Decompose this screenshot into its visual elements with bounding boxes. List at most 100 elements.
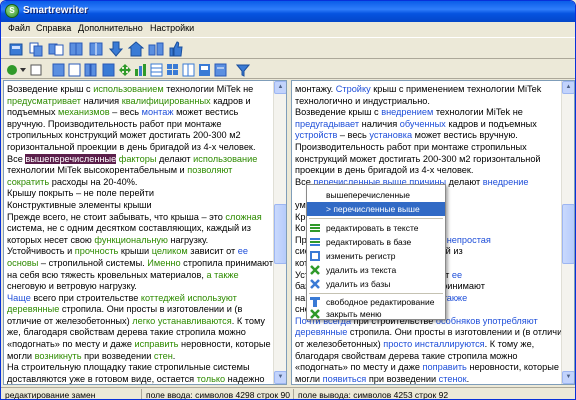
synonym-word[interactable]: легко устанавливаются: [132, 316, 232, 326]
text-line[interactable]: монтажу. Стройку крыш с применением техн…: [295, 84, 557, 96]
flag-button[interactable]: [197, 62, 213, 78]
text-line[interactable]: стропильных конструкций может достигать …: [7, 130, 269, 142]
filter-button[interactable]: [235, 62, 251, 78]
synonym-word[interactable]: ее: [452, 270, 462, 280]
text-line[interactable]: устройств – весь установка может вестись…: [295, 130, 557, 142]
synonym-word[interactable]: стенок: [439, 374, 467, 384]
text-line[interactable]: снеговую и ветровую нагрузку.: [7, 281, 269, 293]
menu-extra[interactable]: Дополнительно: [75, 23, 146, 33]
text-line[interactable]: предугадывает наличия обученных кадров и…: [295, 119, 557, 131]
scroll-up-icon[interactable]: ▲: [274, 81, 286, 94]
menu-help[interactable]: Справка: [33, 23, 74, 33]
text-line[interactable]: проекции в день бригадой из 4-х человек.: [295, 165, 557, 177]
synonym-word[interactable]: квалифицированных: [122, 96, 211, 106]
scroll-up-icon[interactable]: ▲: [562, 81, 574, 94]
grid-button[interactable]: [165, 62, 181, 78]
text-line[interactable]: Возведение крыш с внедрением технологии …: [295, 107, 557, 119]
split-button[interactable]: [87, 40, 105, 58]
text-line[interactable]: подъемных механизмов – весь монтаж может…: [7, 107, 269, 119]
scroll-thumb[interactable]: [562, 204, 574, 264]
ctx-delete-from-base[interactable]: удалить из базы: [307, 277, 445, 291]
synonym-word[interactable]: факторы: [119, 154, 157, 164]
text-line[interactable]: Чаще всего при строительстве коттеджей и…: [7, 293, 269, 305]
text-line[interactable]: же, благодаря свойствам дерева такие стр…: [7, 327, 269, 339]
checkbox-button[interactable]: [29, 62, 45, 78]
synonym-word[interactable]: стен: [154, 351, 173, 361]
text-line[interactable]: отличие от железобетонных) легко устанав…: [7, 316, 269, 328]
chart-button[interactable]: [133, 62, 149, 78]
text-line[interactable]: благодаря свойствам дерева такие стропил…: [295, 351, 557, 363]
title-bar[interactable]: S Smartrewriter: [1, 1, 575, 22]
text-line[interactable]: вручную. Производительность работ при мо…: [7, 119, 269, 131]
synonym-word[interactable]: а также: [206, 270, 238, 280]
refresh-button[interactable]: [5, 62, 27, 78]
synonym-word[interactable]: особняков употребляют: [436, 316, 538, 326]
synonym-word[interactable]: позволяют: [187, 165, 232, 175]
text-line[interactable]: На строительную площадку такие стропильн…: [7, 362, 269, 374]
scroll-down-icon[interactable]: ▼: [562, 371, 574, 384]
scroll-down-icon[interactable]: ▼: [274, 371, 286, 384]
ctx-delete-from-text[interactable]: удалить из текста: [307, 263, 445, 277]
input-text-pane[interactable]: Возведение крыш с использованием техноло…: [3, 80, 287, 385]
text-line[interactable]: доставляются уже в готовом виде, остаетс…: [7, 374, 269, 384]
synonym-word[interactable]: поправить: [423, 362, 467, 372]
selected-word[interactable]: вышеперечисленные: [25, 153, 117, 164]
text-line[interactable]: Производительность работ при монтаже стр…: [295, 142, 557, 154]
synonym-word[interactable]: ее: [238, 246, 248, 256]
ctx-original-word[interactable]: вышеперечисленные: [307, 188, 445, 202]
text-line[interactable]: Прежде всего, не стоит забывать, что кры…: [7, 212, 269, 224]
synonym-word[interactable]: появиться: [323, 374, 367, 384]
input-text[interactable]: Возведение крыш с использованием техноло…: [7, 84, 273, 384]
synonym-word[interactable]: непростая: [447, 235, 491, 245]
block2-button[interactable]: [67, 62, 83, 78]
synonym-word[interactable]: Стройку: [336, 84, 371, 94]
copy-button[interactable]: [47, 40, 65, 58]
synonym-word[interactable]: деревянные: [7, 304, 59, 314]
synonym-word[interactable]: основы: [7, 258, 38, 268]
synonym-word[interactable]: обученных: [400, 119, 446, 129]
synonym-word[interactable]: также: [443, 293, 468, 303]
ctx-change-case[interactable]: изменить регистр: [307, 249, 445, 263]
block1-button[interactable]: [51, 62, 67, 78]
synonym-word[interactable]: функциональную: [94, 235, 168, 245]
synonym-word[interactable]: установка: [369, 130, 412, 140]
synonym-word[interactable]: устройств: [295, 130, 337, 140]
open-file-button[interactable]: [7, 40, 25, 58]
text-line[interactable]: основы – стропильной системы. Именно стр…: [7, 258, 273, 270]
ctx-close-menu[interactable]: закрыть меню: [307, 307, 445, 321]
text-line[interactable]: Возведение крыш с использованием техноло…: [7, 84, 269, 96]
scroll-thumb[interactable]: [274, 204, 286, 264]
text-line[interactable]: Устойчивость и прочность крыши целиком з…: [7, 246, 269, 258]
synonym-word[interactable]: прочность: [75, 246, 119, 256]
synonym-word[interactable]: исправить: [135, 339, 179, 349]
text-line[interactable]: конструкций может достигать 200-300 м2 г…: [295, 154, 557, 166]
grid2-button[interactable]: [181, 62, 197, 78]
format-button[interactable]: [213, 62, 229, 78]
menu-file[interactable]: Файл: [5, 23, 33, 33]
ctx-edit-in-text[interactable]: редактировать в тексте: [307, 221, 445, 235]
text-line[interactable]: которых несет свою функциональную нагруз…: [7, 235, 269, 247]
block4-button[interactable]: [101, 62, 117, 78]
text-line[interactable]: «подогнать» по месту и даже поправить не…: [295, 362, 559, 374]
text-line[interactable]: могли возникнуть при возведении стен.: [7, 351, 269, 363]
synonym-word[interactable]: использованием: [93, 84, 164, 94]
text-line[interactable]: могли появиться при возведении стенок.: [295, 374, 557, 384]
save-file-button[interactable]: [27, 40, 45, 58]
menu-settings[interactable]: Настройки: [147, 23, 197, 33]
text-line[interactable]: от железобетонных) просто инсталлируются…: [295, 339, 557, 351]
ctx-edit-in-base[interactable]: редактировать в базе: [307, 235, 445, 249]
synonym-word[interactable]: внедрением: [381, 107, 433, 117]
synonym-word[interactable]: предугадывает: [295, 119, 359, 129]
text-line[interactable]: «подогнать» по месту и даже исправить не…: [7, 339, 271, 351]
synonym-word[interactable]: монтаж: [142, 107, 174, 117]
synonym-word[interactable]: внедрение: [483, 177, 529, 187]
synonym-word[interactable]: деревянные: [295, 327, 347, 337]
text-line[interactable]: сократить расходы на 20-40%.: [7, 177, 269, 189]
synonym-word[interactable]: только: [197, 374, 225, 384]
synonym-word[interactable]: механизмов: [58, 107, 110, 117]
download-button[interactable]: [107, 40, 125, 58]
input-scrollbar[interactable]: ▲ ▼: [273, 81, 286, 384]
text-line[interactable]: на себя всю тяжесть кровельных материало…: [7, 270, 269, 282]
text-line[interactable]: Конструктивные элементы крыши: [7, 200, 269, 212]
like-button[interactable]: [167, 40, 185, 58]
